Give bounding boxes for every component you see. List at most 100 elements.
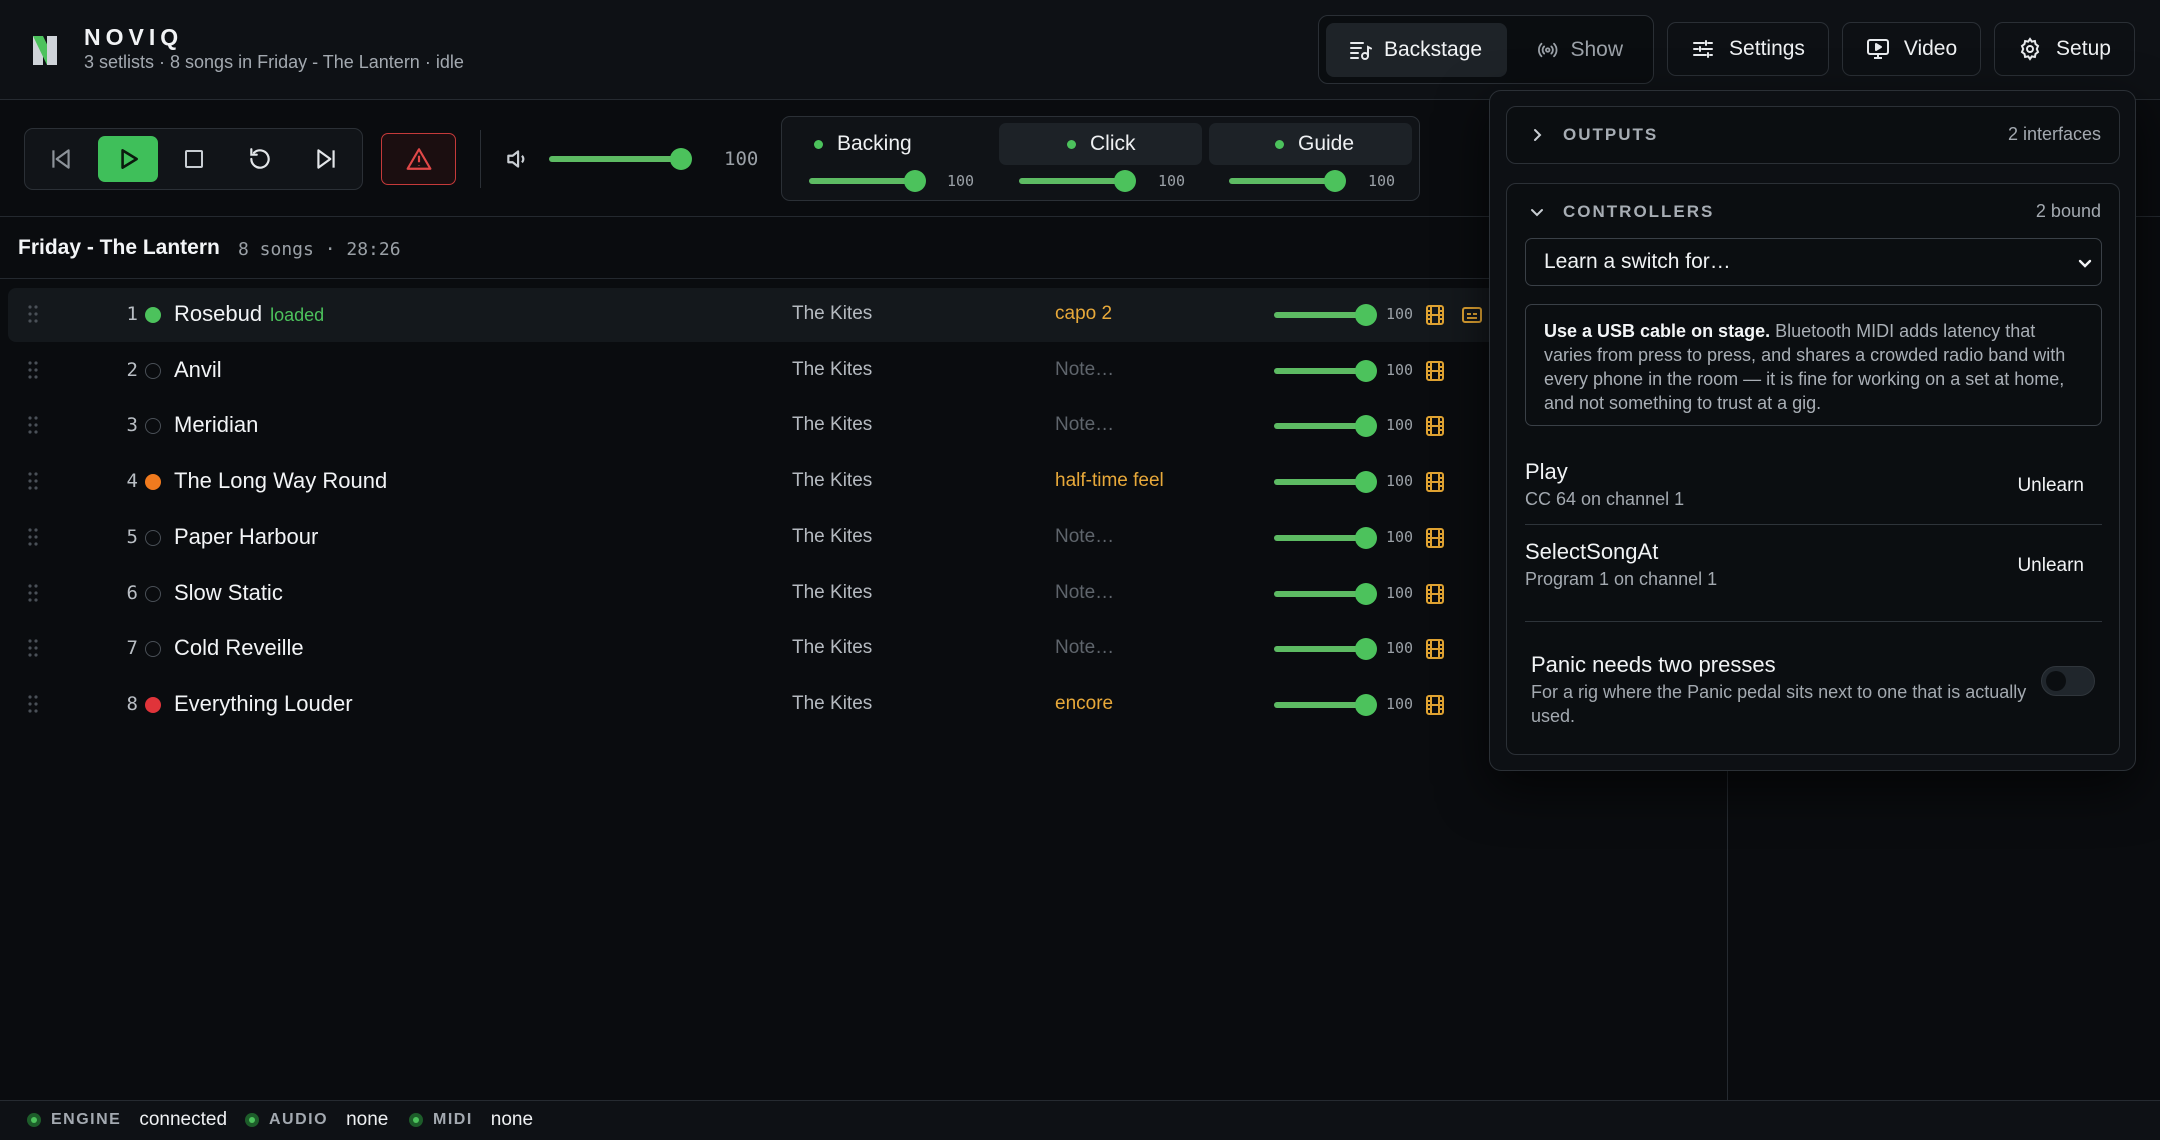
outputs-section[interactable]: OUTPUTS 2 interfaces (1506, 106, 2120, 164)
video-clip-icon[interactable] (1425, 304, 1445, 326)
song-volume-slider[interactable] (1274, 469, 1377, 495)
channel-click-button[interactable]: Click (999, 123, 1202, 165)
song-volume-slider[interactable] (1274, 636, 1377, 662)
midi-status: MIDI none (409, 1109, 533, 1131)
slider-knob[interactable] (1355, 638, 1377, 660)
learn-select-value: Learn a switch for… (1544, 250, 1731, 273)
video-clip-icon[interactable] (1425, 527, 1445, 549)
song-row[interactable]: 3 Meridian The Kites Note… 100 (8, 399, 1728, 453)
song-number: 5 (126, 526, 138, 548)
controllers-header[interactable]: CONTROLLERS (1529, 184, 1714, 240)
song-row[interactable]: 1 Rosebud loaded The Kites capo 2 100 (8, 288, 1728, 342)
slider-knob[interactable] (1355, 304, 1377, 326)
song-row[interactable]: 2 Anvil The Kites Note… 100 (8, 344, 1728, 398)
video-clip-icon[interactable] (1425, 415, 1445, 437)
drag-handle-icon[interactable] (28, 694, 38, 714)
panic-two-presses-toggle[interactable] (2041, 666, 2095, 696)
slider-knob[interactable] (1355, 415, 1377, 437)
video-button[interactable]: Video (1842, 22, 1981, 76)
mode-backstage-button[interactable]: Backstage (1326, 23, 1507, 77)
song-status-dot (145, 474, 161, 490)
binding-action: SelectSongAt (1525, 539, 1659, 564)
panic-button[interactable] (381, 133, 456, 185)
drag-handle-icon[interactable] (28, 527, 38, 547)
video-clip-icon[interactable] (1425, 471, 1445, 493)
restart-button[interactable] (230, 136, 290, 182)
video-clip-icon[interactable] (1425, 583, 1445, 605)
song-note[interactable]: Note… (1055, 637, 1114, 659)
song-note[interactable]: Note… (1055, 414, 1114, 436)
slider-knob[interactable] (1355, 583, 1377, 605)
song-volume-slider[interactable] (1274, 581, 1377, 607)
song-row[interactable]: 5 Paper Harbour The Kites Note… 100 (8, 511, 1728, 565)
play-button[interactable] (98, 136, 158, 182)
controllers-count: 2 bound (2035, 201, 2101, 221)
next-song-button[interactable] (296, 136, 356, 182)
song-note[interactable]: Note… (1055, 359, 1114, 381)
guide-volume-slider[interactable] (1229, 168, 1346, 194)
app-name: NOVIQ (84, 24, 184, 50)
song-volume-slider[interactable] (1274, 358, 1377, 384)
skip-back-icon (52, 149, 70, 169)
song-volume-value: 100 (1386, 361, 1414, 379)
drag-handle-icon[interactable] (28, 304, 38, 324)
unlearn-button[interactable]: Unlearn (2017, 475, 2084, 497)
song-row[interactable]: 6 Slow Static The Kites Note… 100 (8, 567, 1728, 621)
lyrics-icon[interactable] (1461, 305, 1483, 325)
drag-handle-icon[interactable] (28, 360, 38, 380)
song-number: 2 (126, 359, 138, 381)
song-note[interactable]: encore (1055, 693, 1113, 715)
slider-knob[interactable] (1355, 360, 1377, 382)
song-number: 3 (126, 414, 138, 436)
song-title: Anvil (174, 357, 222, 382)
backing-volume-slider[interactable] (809, 168, 926, 194)
drag-handle-icon[interactable] (28, 471, 38, 491)
drag-handle-icon[interactable] (28, 415, 38, 435)
song-row[interactable]: 8 Everything Louder The Kites encore 100 (8, 678, 1728, 732)
master-volume-slider[interactable] (549, 146, 692, 172)
drag-handle-icon[interactable] (28, 583, 38, 603)
song-artist: The Kites (792, 303, 873, 324)
slider-knob[interactable] (1324, 170, 1346, 192)
stop-button[interactable] (164, 136, 224, 182)
slider-knob[interactable] (670, 148, 692, 170)
video-clip-icon[interactable] (1425, 694, 1445, 716)
song-volume-slider[interactable] (1274, 302, 1377, 328)
song-volume-slider[interactable] (1274, 525, 1377, 551)
song-title-cell: Slow Static (174, 580, 283, 606)
mode-show-button[interactable]: Show (1515, 23, 1645, 77)
song-note[interactable]: half-time feel (1055, 470, 1164, 492)
slider-knob[interactable] (1355, 527, 1377, 549)
song-volume-slider[interactable] (1274, 692, 1377, 718)
status-bar: ENGINE connected AUDIO none MIDI none (0, 1100, 2160, 1140)
slider-knob[interactable] (1355, 694, 1377, 716)
setup-button[interactable]: Setup (1994, 22, 2135, 76)
drag-handle-icon[interactable] (28, 638, 38, 658)
song-note[interactable]: Note… (1055, 526, 1114, 548)
app-header: NOVIQ 3 setlists · 8 songs in Friday - T… (0, 0, 2160, 100)
song-volume-value: 100 (1386, 584, 1414, 602)
learn-switch-select[interactable]: Learn a switch for… (1525, 238, 2102, 286)
unlearn-button[interactable]: Unlearn (2017, 555, 2084, 577)
song-volume-value: 100 (1386, 639, 1414, 657)
slider-knob[interactable] (1114, 170, 1136, 192)
song-volume-slider[interactable] (1274, 413, 1377, 439)
song-note[interactable]: capo 2 (1055, 303, 1112, 325)
status-value: none (346, 1109, 389, 1130)
song-status-dot (145, 363, 161, 379)
video-clip-icon[interactable] (1425, 360, 1445, 382)
slider-knob[interactable] (904, 170, 926, 192)
song-row[interactable]: 4 The Long Way Round The Kites half-time fe… (8, 455, 1728, 509)
video-clip-icon[interactable] (1425, 638, 1445, 660)
click-volume-slider[interactable] (1019, 168, 1136, 194)
channel-guide-button[interactable]: Guide (1209, 123, 1412, 165)
song-row[interactable]: 7 Cold Reveille The Kites Note… 100 (8, 622, 1728, 676)
settings-button[interactable]: Settings (1667, 22, 1829, 76)
slider-knob[interactable] (1355, 471, 1377, 493)
binding-row: Play CC 64 on channel 1 Unlearn (1525, 459, 2102, 531)
outputs-header[interactable]: OUTPUTS (1529, 107, 1658, 163)
previous-song-button[interactable] (31, 136, 91, 182)
song-note[interactable]: Note… (1055, 582, 1114, 604)
panic-option-description: For a rig where the Panic pedal sits nex… (1531, 682, 2027, 726)
channel-backing-button[interactable]: Backing (788, 123, 988, 165)
